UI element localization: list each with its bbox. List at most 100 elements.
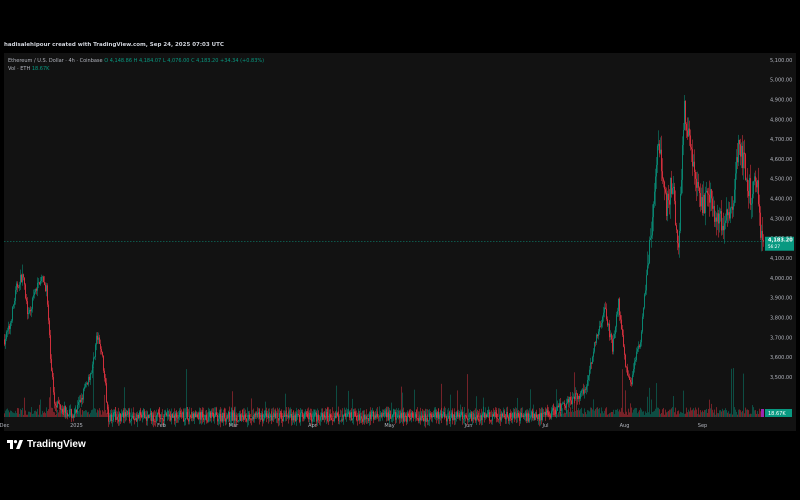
candle-body — [180, 412, 181, 414]
candle-body — [370, 414, 371, 420]
volume-bar — [658, 407, 659, 417]
candle-body — [531, 412, 532, 417]
candle-body — [318, 415, 319, 420]
candle-body — [133, 416, 134, 420]
volume-bar — [615, 409, 616, 417]
candle-body — [668, 193, 669, 201]
candle-body — [615, 326, 616, 335]
candle-body — [454, 414, 455, 420]
candle-body — [242, 415, 243, 417]
volume-bar — [667, 411, 668, 417]
candle-body — [541, 412, 542, 421]
volume-bar — [569, 412, 570, 417]
candle-body — [342, 419, 343, 421]
candle-body — [602, 316, 603, 324]
candle-body — [81, 397, 82, 403]
candle-body — [163, 419, 164, 422]
volume-bar — [37, 408, 38, 417]
candle-body — [538, 414, 539, 420]
candle-body — [173, 415, 174, 418]
candle-body — [692, 149, 693, 167]
candle-body — [258, 412, 259, 415]
candle-body — [112, 420, 113, 421]
price-tick-label: 3,600.00 — [770, 355, 792, 361]
candle-body — [564, 403, 565, 406]
candle-body — [559, 403, 560, 408]
volume-bar — [49, 397, 50, 417]
candle-body — [256, 413, 257, 415]
price-chart[interactable]: 5,100.00 5,000.00 4,900.00 4,800.00 4,700.00… — [0, 0, 800, 500]
candle-body — [626, 366, 627, 368]
candle-body — [232, 412, 233, 421]
volume-bar — [677, 411, 678, 417]
candle-body — [634, 361, 635, 370]
candle-body — [700, 193, 701, 207]
candle-body — [298, 414, 299, 415]
candle-body — [583, 389, 584, 394]
time-tick-label: Sep — [698, 423, 707, 429]
volume-bar — [653, 411, 654, 417]
candle-body — [82, 397, 83, 400]
candle-body — [460, 414, 461, 418]
volume-bar — [91, 410, 92, 417]
volume-bar — [671, 408, 672, 417]
candle-body — [280, 413, 281, 414]
volume-bar — [22, 407, 23, 417]
candle-body — [371, 413, 372, 420]
volume-bar — [467, 374, 468, 417]
symbol-title[interactable]: Ethereum / U.S. Dollar · 4h · Coinbase — [8, 58, 103, 64]
candle-body — [339, 420, 340, 422]
volume-bar — [54, 412, 55, 417]
candle-body — [324, 414, 325, 418]
volume-bar — [713, 412, 714, 417]
candle-body — [680, 193, 681, 231]
volume-label[interactable]: Vol · ETH — [8, 66, 30, 72]
volume-bar — [105, 409, 106, 417]
candle-body — [92, 364, 93, 373]
volume-bar — [668, 410, 669, 417]
candle-body — [656, 164, 657, 177]
candle-body — [758, 180, 759, 205]
candle-body — [421, 416, 422, 421]
tradingview-logo[interactable]: TradingView — [7, 439, 86, 450]
volume-bar — [577, 410, 578, 417]
candle-body — [378, 416, 379, 418]
candle-body — [58, 401, 59, 404]
candle-body — [470, 413, 471, 418]
candle-body — [616, 314, 617, 327]
volume-bar — [751, 413, 752, 417]
volume-bar — [758, 413, 759, 417]
candle-body — [64, 406, 65, 413]
candle-body — [332, 420, 333, 421]
candle-body — [423, 418, 424, 422]
volume-bar — [626, 411, 627, 417]
candle-body — [383, 413, 384, 414]
candle-body — [104, 370, 105, 378]
candle-body — [717, 213, 718, 222]
candle-body — [18, 287, 19, 288]
candle-body — [471, 413, 472, 421]
volume-bar — [50, 387, 51, 417]
candle-body — [591, 362, 592, 364]
volume-bar — [15, 410, 16, 417]
candle-body — [577, 393, 578, 400]
candle-body — [588, 375, 589, 381]
candle-body — [33, 295, 34, 298]
candle-body — [363, 415, 364, 422]
candle-body — [685, 101, 686, 124]
volume-bar — [378, 414, 379, 417]
candle-body — [711, 189, 712, 199]
candle-body — [628, 375, 629, 377]
candle-body — [756, 181, 757, 188]
candle-body — [193, 413, 194, 419]
candle-body — [589, 369, 590, 376]
candle-body — [599, 325, 600, 332]
candle-body — [539, 414, 540, 421]
candle-body — [171, 414, 172, 421]
volume-bar — [721, 411, 722, 417]
candle-body — [563, 403, 564, 404]
candle-body — [505, 417, 506, 420]
volume-bar — [604, 410, 605, 417]
candle-body — [207, 420, 208, 422]
candle-body — [186, 412, 187, 418]
